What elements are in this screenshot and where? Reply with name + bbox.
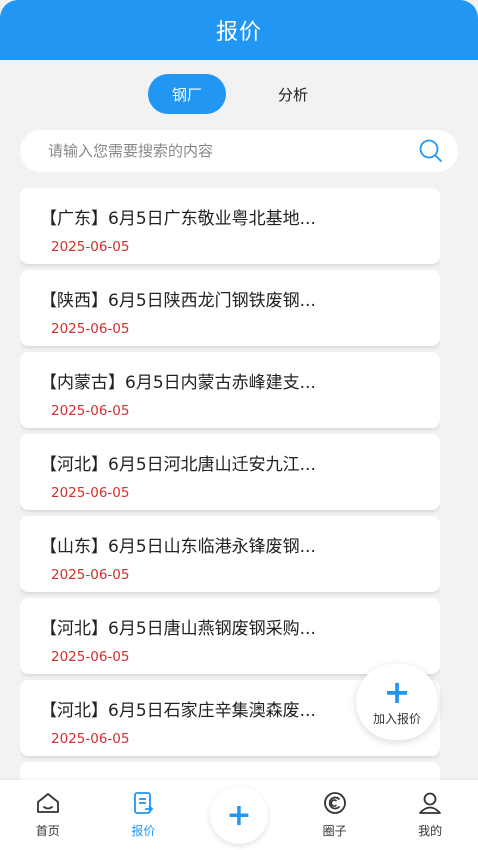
item-date: 2025-06-05	[51, 731, 130, 747]
tabbar-label-home: 首页	[35, 824, 60, 838]
tabbar-item-circle[interactable]: 圈子	[295, 780, 375, 850]
tab-steel-mill[interactable]: 钢厂	[147, 74, 226, 114]
item-date: 2025-06-05	[51, 567, 130, 583]
item-date: 2025-06-05	[51, 403, 130, 419]
item-date: 2025-06-05	[51, 485, 130, 501]
tabbar-item-center[interactable]: +	[199, 780, 279, 850]
list-item-partial[interactable]	[20, 762, 440, 780]
app-header: 报价	[0, 0, 478, 60]
add-quote-button[interactable]: + 加入报价	[356, 664, 438, 740]
bottom-tabbar: 首页 报价 + 圈子 我的	[0, 780, 478, 850]
plus-icon: +	[383, 672, 411, 711]
list-item[interactable]: 【河北】6月5日河北唐山迁安九江... 2025-06-05	[20, 434, 440, 510]
plus-icon: +	[209, 786, 268, 844]
tabbar-label-quote: 报价	[131, 824, 156, 838]
tabbar-label-mine: 我的	[418, 824, 443, 838]
segment-tabs: 钢厂 分析	[0, 74, 478, 114]
item-title: 【河北】6月5日河北唐山迁安九江...	[40, 455, 316, 475]
add-quote-label: 加入报价	[372, 711, 421, 726]
item-date: 2025-06-05	[51, 649, 130, 665]
circle-icon	[322, 791, 348, 819]
quote-doc-icon	[130, 791, 156, 819]
list-item[interactable]: 【山东】6月5日山东临港永锋废钢... 2025-06-05	[20, 516, 440, 592]
tabbar-item-quote[interactable]: 报价	[103, 780, 183, 850]
home-icon	[35, 791, 61, 819]
search-input[interactable]	[48, 142, 418, 160]
list-item[interactable]: 【内蒙古】6月5日内蒙古赤峰建支... 2025-06-05	[20, 352, 440, 428]
item-title: 【陕西】6月5日陕西龙门钢铁废钢...	[40, 291, 316, 311]
list-item[interactable]: 【河北】6月5日唐山燕钢废钢采购... 2025-06-05	[20, 598, 440, 674]
search-bar	[20, 130, 458, 172]
search-icon[interactable]	[418, 138, 444, 164]
item-date: 2025-06-05	[51, 239, 130, 255]
tabbar-item-home[interactable]: 首页	[8, 780, 88, 850]
user-icon	[417, 791, 443, 819]
tab-analysis[interactable]: 分析	[256, 74, 330, 114]
page-title: 报价	[215, 20, 262, 45]
tabbar-label-circle: 圈子	[322, 824, 347, 838]
item-title: 【内蒙古】6月5日内蒙古赤峰建支...	[40, 373, 316, 393]
item-title: 【广东】6月5日广东敬业粤北基地...	[40, 209, 316, 229]
item-title: 【河北】6月5日唐山燕钢废钢采购...	[40, 619, 316, 639]
list-item[interactable]: 【广东】6月5日广东敬业粤北基地... 2025-06-05	[20, 188, 440, 264]
item-title: 【山东】6月5日山东临港永锋废钢...	[40, 537, 316, 557]
tabbar-item-mine[interactable]: 我的	[390, 780, 470, 850]
item-date: 2025-06-05	[51, 321, 130, 337]
list-item[interactable]: 【陕西】6月5日陕西龙门钢铁废钢... 2025-06-05	[20, 270, 440, 346]
